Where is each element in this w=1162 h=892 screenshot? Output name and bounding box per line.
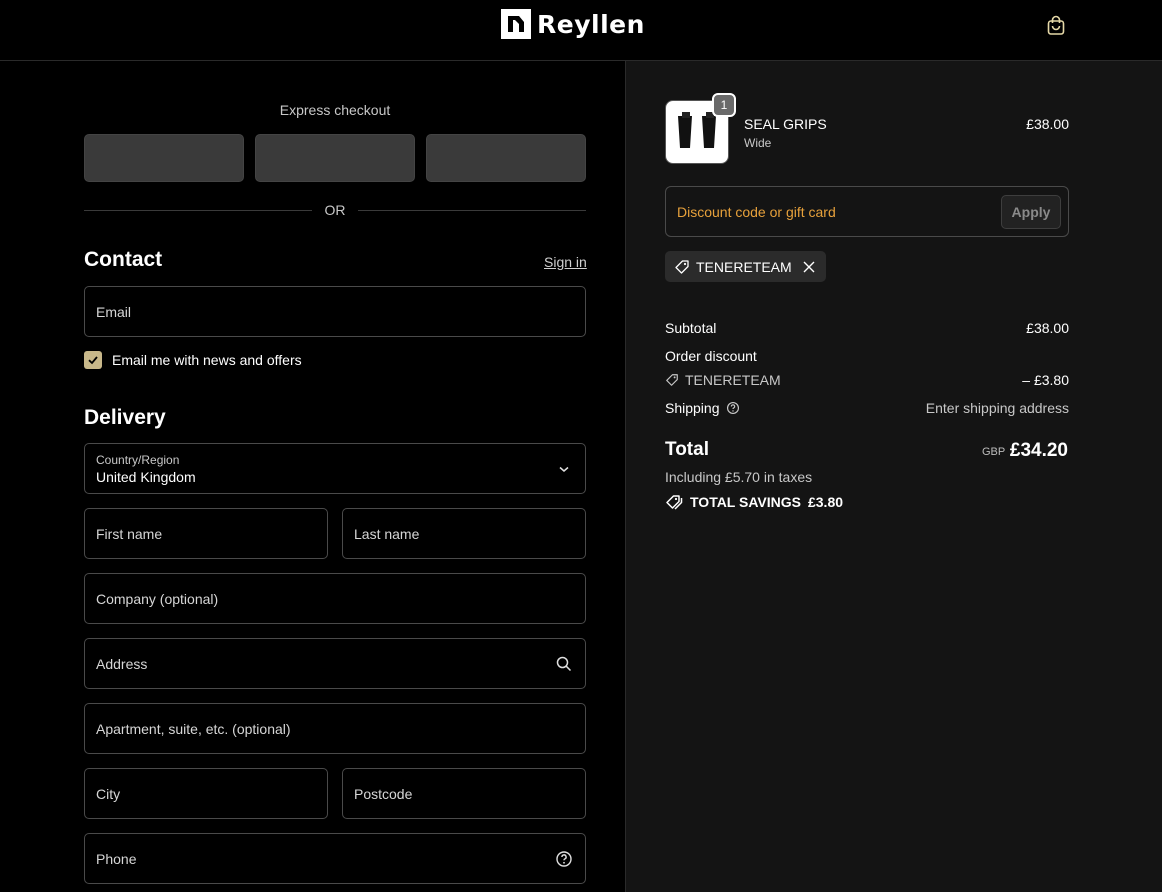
search-icon[interactable] bbox=[555, 655, 573, 673]
newsletter-label: Email me with news and offers bbox=[112, 352, 302, 368]
first-name-field[interactable]: First name bbox=[84, 508, 328, 559]
close-icon[interactable] bbox=[802, 260, 816, 274]
savings-tag-icon bbox=[666, 495, 683, 510]
or-divider: OR bbox=[84, 202, 586, 218]
address-placeholder: Address bbox=[96, 656, 148, 672]
postcode-field[interactable]: Postcode bbox=[342, 768, 586, 819]
apartment-field[interactable]: Apartment, suite, etc. (optional) bbox=[84, 703, 586, 754]
cart-line-item: 1 SEAL GRIPS Wide £38.00 bbox=[665, 93, 1069, 164]
shipping-value: Enter shipping address bbox=[925, 400, 1069, 416]
help-circle-icon[interactable] bbox=[555, 850, 573, 868]
product-name: SEAL GRIPS bbox=[744, 116, 827, 132]
email-field[interactable]: Email bbox=[84, 286, 586, 337]
quantity-badge: 1 bbox=[712, 93, 736, 117]
address-field[interactable]: Address bbox=[84, 638, 586, 689]
order-discount-row: Order discount bbox=[665, 348, 1069, 366]
express-pay-button-1[interactable] bbox=[84, 134, 244, 182]
tax-note: Including £5.70 in taxes bbox=[665, 469, 813, 485]
shipping-label: Shipping bbox=[665, 400, 720, 416]
company-placeholder: Company (optional) bbox=[96, 591, 219, 607]
chevron-down-icon bbox=[559, 466, 569, 472]
contact-title: Contact bbox=[84, 248, 163, 271]
discount-placeholder: Discount code or gift card bbox=[677, 204, 836, 220]
brand-logo[interactable]: Reyllen bbox=[501, 9, 645, 39]
shipping-row: Shipping Enter shipping address bbox=[665, 400, 1069, 418]
phone-placeholder: Phone bbox=[96, 851, 137, 867]
header: Reyllen bbox=[0, 0, 1162, 61]
savings-label: TOTAL SAVINGS bbox=[690, 494, 801, 510]
subtotal-value: £38.00 bbox=[1026, 320, 1069, 336]
total-label: Total bbox=[665, 439, 709, 460]
logo-mark-icon bbox=[501, 9, 531, 39]
discount-code-row: TENERETEAM – £3.80 bbox=[665, 372, 1069, 390]
phone-field[interactable]: Phone bbox=[84, 833, 586, 884]
last-name-placeholder: Last name bbox=[354, 526, 420, 542]
applied-discount-chip: TENERETEAM bbox=[665, 251, 826, 282]
subtotal-label: Subtotal bbox=[665, 320, 717, 336]
help-circle-icon[interactable] bbox=[726, 401, 740, 415]
brand-name: Reyllen bbox=[537, 9, 645, 39]
cart-button[interactable] bbox=[1043, 12, 1069, 38]
delivery-title: Delivery bbox=[84, 406, 166, 429]
discount-code-field[interactable]: Discount code or gift card Apply bbox=[665, 186, 1069, 237]
product-variant: Wide bbox=[744, 136, 772, 150]
savings-value: £3.80 bbox=[807, 494, 844, 510]
discount-code-name: TENERETEAM bbox=[685, 372, 781, 388]
applied-code-text: TENERETEAM bbox=[696, 258, 792, 275]
newsletter-checkbox[interactable] bbox=[84, 351, 102, 369]
tag-icon bbox=[666, 374, 678, 386]
country-value: United Kingdom bbox=[96, 469, 196, 485]
shipping-label-group: Shipping bbox=[665, 400, 740, 416]
first-name-placeholder: First name bbox=[96, 526, 163, 542]
apply-discount-button[interactable]: Apply bbox=[1001, 195, 1061, 229]
product-price: £38.00 bbox=[1026, 116, 1069, 132]
express-pay-button-2[interactable] bbox=[255, 134, 415, 182]
divider-line-right bbox=[358, 210, 586, 211]
total-currency: GBP bbox=[982, 446, 1006, 458]
postcode-placeholder: Postcode bbox=[354, 786, 413, 802]
company-field[interactable]: Company (optional) bbox=[84, 573, 586, 624]
city-field[interactable]: City bbox=[84, 768, 328, 819]
order-summary: 1 SEAL GRIPS Wide £38.00 Discount code o… bbox=[625, 61, 1162, 892]
total-amount: £34.20 bbox=[1009, 440, 1068, 461]
sign-in-link[interactable]: Sign in bbox=[544, 254, 587, 270]
country-select[interactable]: Country/Region United Kingdom bbox=[84, 443, 586, 494]
country-label: Country/Region bbox=[96, 453, 180, 467]
email-placeholder: Email bbox=[96, 304, 132, 320]
apartment-placeholder: Apartment, suite, etc. (optional) bbox=[96, 721, 291, 737]
last-name-field[interactable]: Last name bbox=[342, 508, 586, 559]
newsletter-option[interactable]: Email me with news and offers bbox=[84, 351, 302, 369]
check-icon bbox=[88, 356, 98, 365]
tag-icon bbox=[675, 259, 689, 274]
discount-value: – £3.80 bbox=[1022, 372, 1069, 388]
checkout-form: Express checkout OR Contact Sign in Emai… bbox=[0, 61, 625, 892]
total-savings: TOTAL SAVINGS £3.80 bbox=[665, 494, 843, 510]
bag-icon bbox=[1047, 15, 1065, 35]
discount-code-entry: TENERETEAM bbox=[665, 372, 781, 388]
express-checkout-title: Express checkout bbox=[279, 102, 391, 118]
subtotal-row: Subtotal £38.00 bbox=[665, 320, 1069, 338]
city-placeholder: City bbox=[96, 786, 121, 802]
order-discount-label: Order discount bbox=[665, 348, 757, 364]
express-pay-button-3[interactable] bbox=[426, 134, 586, 182]
